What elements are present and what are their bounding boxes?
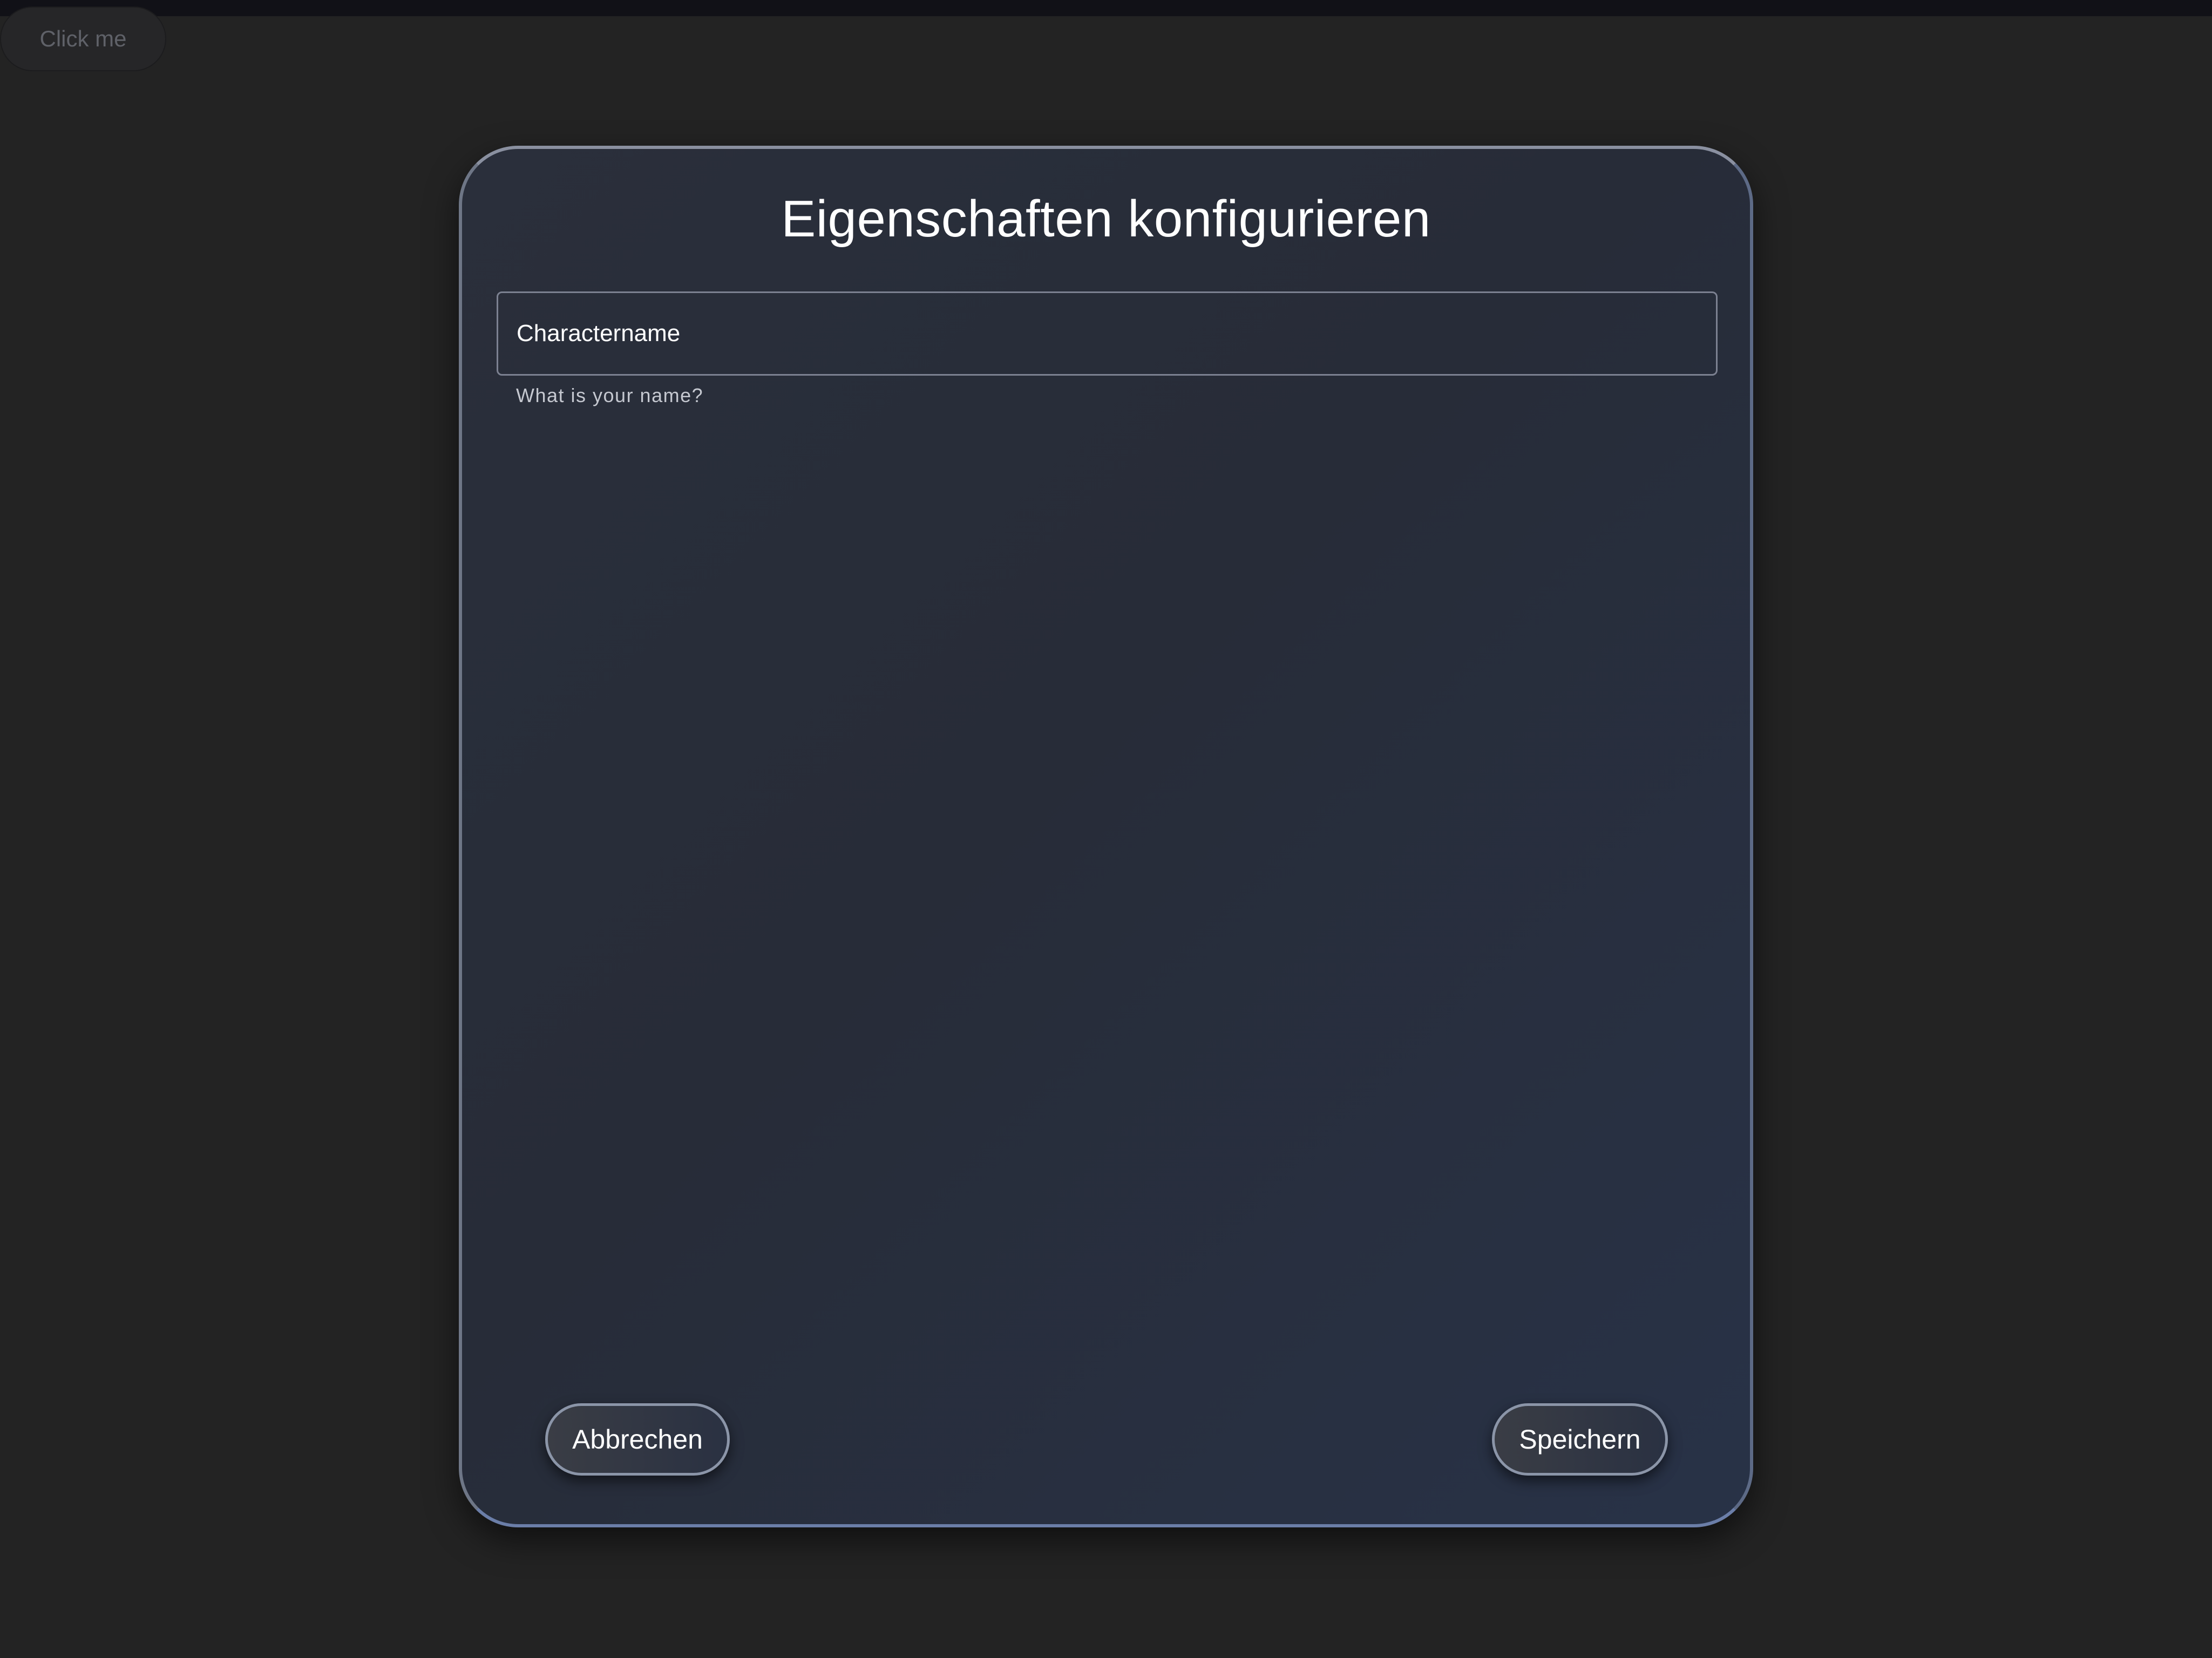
cancel-button[interactable]: Abbrechen [545,1403,730,1476]
configure-properties-dialog: Eigenschaften konfigurieren Characternam… [459,146,1753,1527]
cancel-button-label: Abbrechen [572,1424,703,1455]
charactername-input-value: Charactername [517,320,681,346]
save-button-label: Speichern [1519,1424,1641,1455]
charactername-helper-text: What is your name? [516,384,704,406]
click-me-button[interactable]: Click me [0,6,166,71]
top-bar [0,0,2212,16]
charactername-input[interactable]: Charactername [497,291,1718,376]
save-button[interactable]: Speichern [1492,1403,1668,1476]
click-me-label: Click me [39,26,127,51]
dialog-title: Eigenschaften konfigurieren [781,190,1431,248]
